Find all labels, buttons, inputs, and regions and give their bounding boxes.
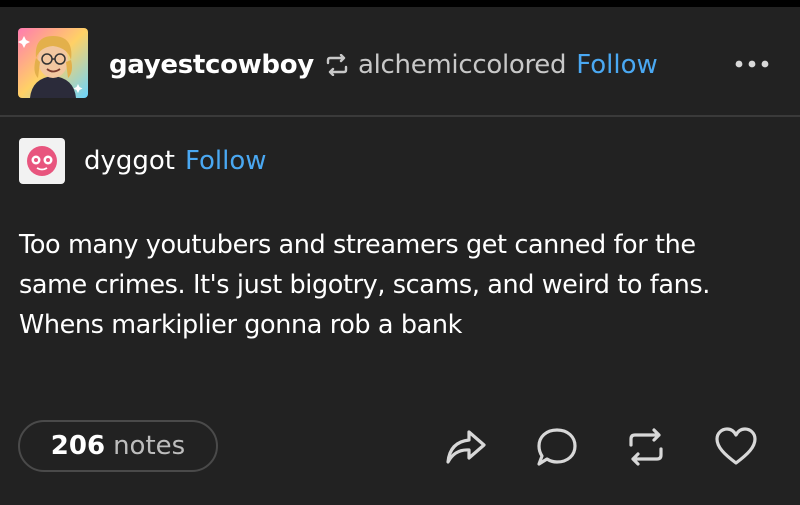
notes-count: 206 — [50, 431, 106, 461]
reply-button[interactable] — [535, 425, 579, 469]
reply-icon — [537, 428, 577, 466]
trail-author-name[interactable]: dyggot — [84, 146, 175, 176]
follow-button[interactable]: Follow — [576, 50, 658, 80]
ellipsis-icon — [735, 60, 769, 68]
reblogged-from-name[interactable]: alchemiccolored — [358, 50, 567, 80]
header-divider — [0, 115, 800, 117]
trail-follow-button[interactable]: Follow — [185, 146, 267, 176]
post-body-line: Too many youtubers and streamers get can… — [19, 230, 696, 260]
post-body-line: Whens markiplier gonna rob a bank — [19, 310, 462, 340]
avatar-portrait-icon — [18, 28, 88, 98]
post-body-line: same crimes. It's just bigotry, scams, a… — [19, 270, 710, 300]
post-header: gayestcowboy alchemiccolored Follow — [0, 7, 800, 115]
notes-label: notes — [113, 431, 186, 461]
post-card: gayestcowboy alchemiccolored Follow dygg… — [0, 7, 800, 505]
share-icon — [446, 430, 486, 464]
author-avatar[interactable] — [18, 28, 88, 98]
post-body-text: Too many youtubers and streamers get can… — [19, 225, 789, 345]
more-options-button[interactable] — [730, 51, 774, 77]
post-footer: 206 notes — [0, 417, 800, 487]
notes-button[interactable]: 206 notes — [18, 420, 218, 472]
like-button[interactable] — [714, 425, 758, 469]
trail-author-avatar[interactable] — [19, 138, 65, 184]
post-header-line: gayestcowboy alchemiccolored Follow — [109, 45, 658, 85]
author-name[interactable]: gayestcowboy — [109, 50, 314, 80]
trail-header-line: dyggot Follow — [84, 143, 267, 179]
share-button[interactable] — [444, 425, 488, 469]
reblog-icon — [629, 428, 663, 466]
reblog-button[interactable] — [624, 425, 668, 469]
like-icon — [715, 427, 757, 465]
reblog-small-icon — [324, 54, 350, 76]
trail-avatar-icon — [19, 138, 65, 184]
